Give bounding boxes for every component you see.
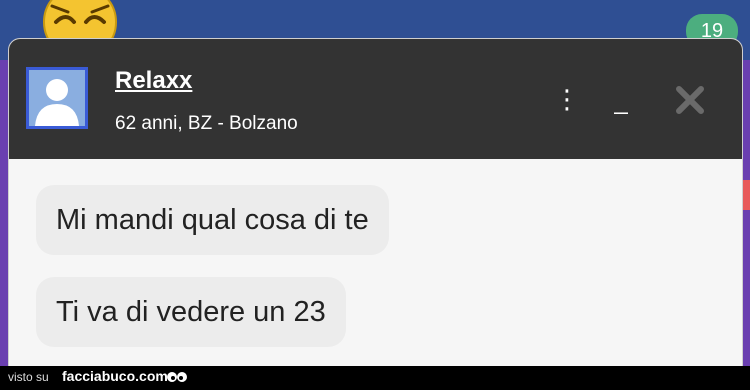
eyes-logo-icon (167, 372, 187, 382)
message-bubble: Mi mandi qual cosa di te (36, 185, 389, 255)
chat-messages: Mi mandi qual cosa di te Ti va di vedere… (9, 159, 742, 379)
chat-window: Relaxx 62 anni, BZ - Bolzano ⋮ _ Mi mand… (8, 38, 743, 380)
more-vertical-icon[interactable]: ⋮ (554, 85, 580, 115)
message-bubble: Ti va di vedere un 23 (36, 277, 346, 347)
minimize-button[interactable]: _ (609, 87, 633, 117)
contact-info: 62 anni, BZ - Bolzano (115, 113, 298, 134)
user-silhouette-icon (35, 79, 79, 126)
chat-header: Relaxx 62 anni, BZ - Bolzano ⋮ _ (9, 39, 742, 159)
avatar[interactable] (26, 67, 88, 129)
footer-bar: visto su facciabuco.com (0, 366, 750, 390)
close-icon[interactable] (673, 83, 707, 117)
footer-site-name: facciabuco.com (62, 368, 168, 384)
footer-visto-su: visto su (8, 370, 49, 384)
contact-name-link[interactable]: Relaxx (115, 67, 192, 95)
